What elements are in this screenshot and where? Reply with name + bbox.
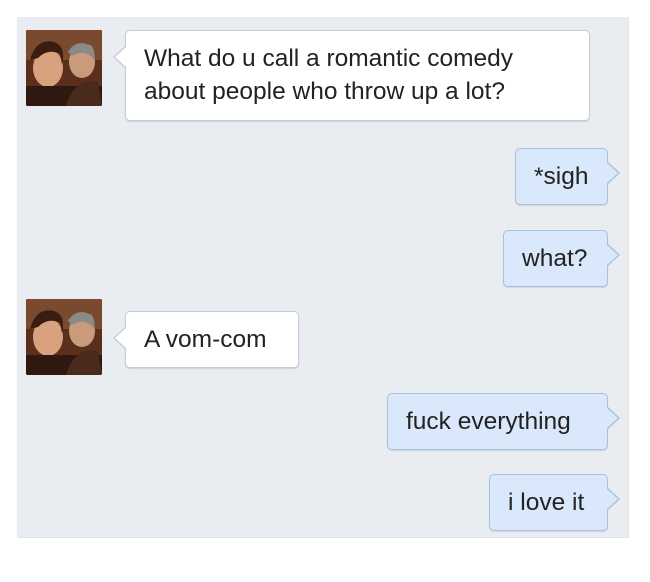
contact-avatar[interactable] <box>26 30 102 106</box>
incoming-message-bubble[interactable]: What do u call a romantic comedy about p… <box>113 30 590 121</box>
message-text: fuck everything <box>406 408 571 435</box>
contact-avatar[interactable] <box>26 299 102 375</box>
message-thread: What do u call a romantic comedy about p… <box>17 17 629 538</box>
outgoing-message-bubble[interactable]: fuck everything <box>387 393 620 450</box>
contact-photo-icon <box>26 30 102 106</box>
outgoing-message-bubble[interactable]: what? <box>503 230 620 287</box>
message-text: *sigh <box>534 163 589 190</box>
outgoing-message-bubble[interactable]: i love it <box>489 474 620 531</box>
message-text: A vom-com <box>144 326 267 353</box>
message-text: what? <box>522 245 588 272</box>
message-text: i love it <box>508 489 585 516</box>
incoming-message-bubble[interactable]: A vom-com <box>113 311 299 368</box>
contact-photo-icon <box>26 299 102 375</box>
message-text-line: What do u call a romantic comedy <box>144 45 514 72</box>
message-text-line: about people who throw up a lot? <box>144 78 505 105</box>
outgoing-message-bubble[interactable]: *sigh <box>515 148 620 205</box>
